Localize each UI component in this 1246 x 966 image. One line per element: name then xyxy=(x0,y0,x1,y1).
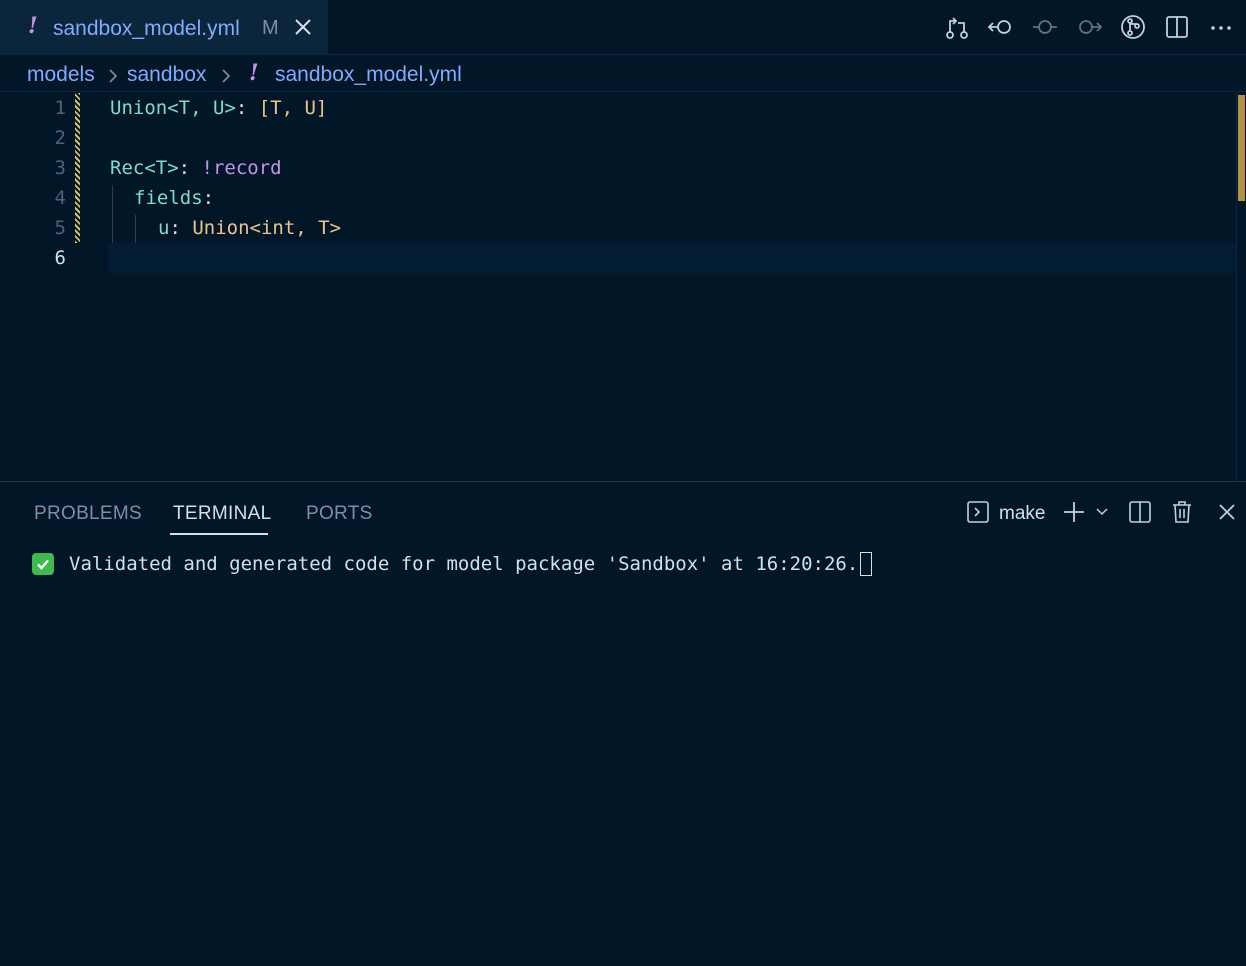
split-editor-icon[interactable] xyxy=(1162,12,1192,42)
next-change-icon[interactable] xyxy=(1074,12,1104,42)
breadcrumb-item-file[interactable]: sandbox_model.yml xyxy=(275,63,462,87)
code-line-4: fields: xyxy=(134,187,214,209)
line-number: 1 xyxy=(54,97,66,119)
open-changes-icon[interactable] xyxy=(942,12,972,42)
breadcrumb-item-sandbox[interactable]: sandbox xyxy=(127,63,206,87)
yaml-colon: : xyxy=(178,157,191,179)
chevron-down-icon[interactable] xyxy=(1094,504,1110,525)
yaml-file-icon: ! xyxy=(28,13,38,39)
git-graph-icon[interactable] xyxy=(1118,12,1148,42)
yaml-key: fields xyxy=(134,187,203,209)
yaml-value: Union<int, T> xyxy=(180,217,342,239)
yaml-value: [T, U] xyxy=(247,97,328,119)
modified-badge: M xyxy=(262,17,279,39)
tab-ports[interactable]: PORTS xyxy=(306,503,373,525)
close-panel-icon[interactable] xyxy=(1216,501,1238,528)
current-line-highlight xyxy=(108,243,1236,273)
line-number: 4 xyxy=(54,187,66,209)
code-line-1: Union<T, U>: [T, U] xyxy=(110,97,327,119)
editor-tab-sandbox-model[interactable]: ! sandbox_model.yml M xyxy=(0,0,328,55)
code-line-5: u: Union<int, T> xyxy=(158,217,341,239)
yaml-key: Union<T, U> xyxy=(110,97,236,119)
breadcrumb: models sandbox ! sandbox_model.yml xyxy=(0,56,1246,92)
terminal-output[interactable]: Validated and generated code for model p… xyxy=(32,552,873,576)
tab-problems[interactable]: PROBLEMS xyxy=(34,503,142,525)
check-mark-icon xyxy=(32,553,54,575)
trash-icon[interactable] xyxy=(1170,499,1194,530)
terminal-cursor xyxy=(860,552,873,576)
modified-lines-gutter[interactable] xyxy=(75,93,80,243)
tab-terminal[interactable]: TERMINAL xyxy=(173,503,271,525)
code-editor[interactable]: 1 2 3 4 5 6 Union<T, U>: [T, U] Rec<T>: … xyxy=(0,93,1246,481)
previous-change-icon[interactable] xyxy=(986,12,1016,42)
yaml-colon: : xyxy=(169,217,181,239)
scrollbar-thumb[interactable] xyxy=(1238,95,1245,201)
yaml-colon: : xyxy=(235,97,248,119)
editor-tab-bar: ! sandbox_model.yml M xyxy=(0,0,1246,55)
code-line-3: Rec<T>: !record xyxy=(110,157,282,179)
editor-actions xyxy=(942,12,1236,42)
yaml-tag: !record xyxy=(190,157,282,179)
line-number: 3 xyxy=(54,157,66,179)
split-terminal-icon[interactable] xyxy=(1128,500,1152,529)
bottom-panel: PROBLEMS TERMINAL PORTS make Validated a… xyxy=(0,481,1246,966)
yaml-colon: : xyxy=(202,187,215,209)
new-terminal-icon[interactable] xyxy=(1062,500,1086,529)
yaml-key: Rec<T> xyxy=(110,157,179,179)
terminal-name[interactable]: make xyxy=(999,503,1045,525)
yaml-file-icon: ! xyxy=(249,60,259,86)
chevron-right-icon xyxy=(106,67,120,90)
tab-filename: sandbox_model.yml xyxy=(53,17,240,40)
more-actions-icon[interactable] xyxy=(1206,12,1236,42)
commit-icon[interactable] xyxy=(1030,12,1060,42)
terminal-shell-icon[interactable] xyxy=(966,500,990,529)
chevron-right-icon xyxy=(219,67,233,90)
indent-guide xyxy=(135,215,136,243)
yaml-key: u xyxy=(158,217,170,239)
line-number: 5 xyxy=(54,217,66,239)
indent-guide xyxy=(112,185,113,243)
breadcrumb-item-models[interactable]: models xyxy=(27,63,95,87)
terminal-line: Validated and generated code for model p… xyxy=(69,553,859,575)
active-tab-indicator xyxy=(170,533,268,535)
line-number: 2 xyxy=(54,127,66,149)
line-number-active: 6 xyxy=(54,247,66,269)
close-icon[interactable] xyxy=(290,14,316,40)
